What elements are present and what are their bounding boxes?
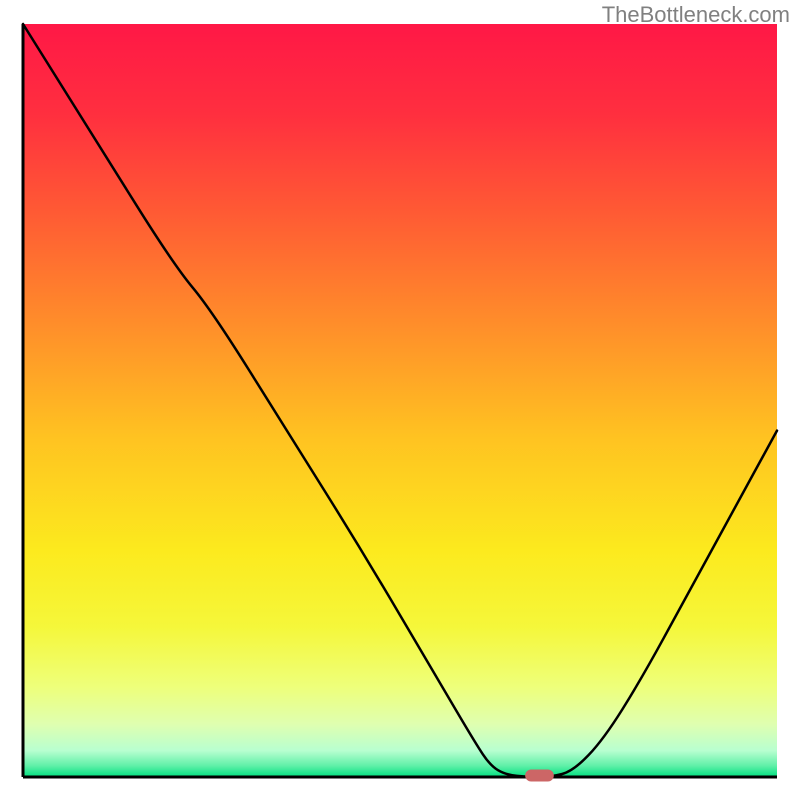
optimal-marker (525, 769, 554, 781)
attribution-label: TheBottleneck.com (602, 2, 790, 28)
bottleneck-chart: TheBottleneck.com (0, 0, 800, 800)
chart-svg (0, 0, 800, 800)
plot-background (23, 24, 777, 777)
